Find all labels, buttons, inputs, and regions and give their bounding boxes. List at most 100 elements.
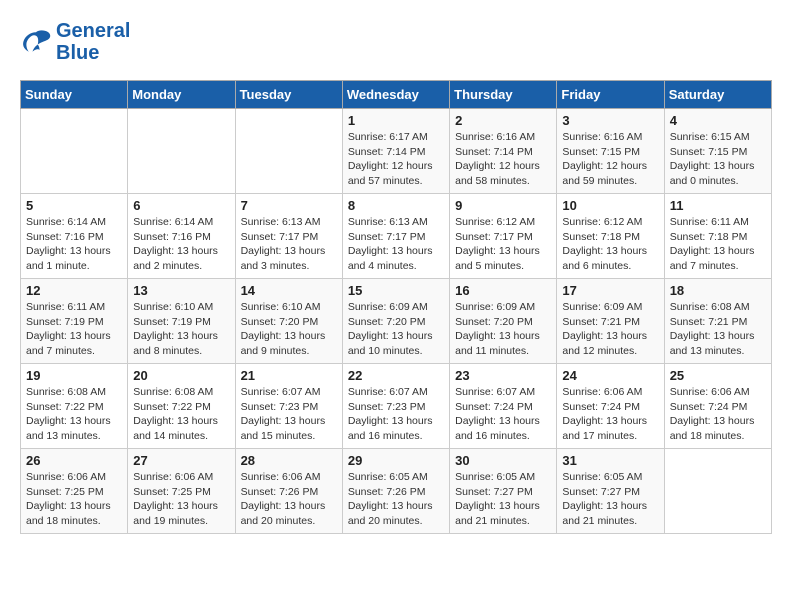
day-number: 12 [26,283,122,298]
day-number: 30 [455,453,551,468]
day-number: 25 [670,368,766,383]
day-info: Sunrise: 6:09 AM Sunset: 7:20 PM Dayligh… [348,300,444,359]
day-number: 9 [455,198,551,213]
calendar-header-row: SundayMondayTuesdayWednesdayThursdayFrid… [21,81,772,109]
calendar-cell: 8 Sunrise: 6:13 AM Sunset: 7:17 PM Daylig… [342,194,449,279]
day-number: 10 [562,198,658,213]
calendar-cell [128,109,235,194]
day-info: Sunrise: 6:07 AM Sunset: 7:24 PM Dayligh… [455,385,551,444]
calendar-cell: 9 Sunrise: 6:12 AM Sunset: 7:17 PM Daylig… [450,194,557,279]
calendar-cell: 31Sunrise: 6:05 AM Sunset: 7:27 PM Dayli… [557,449,664,534]
calendar-cell: 23 Sunrise: 6:07 AM Sunset: 7:24 PM Dayli… [450,364,557,449]
header-monday: Monday [128,81,235,109]
calendar-cell: 1 Sunrise: 6:17 AM Sunset: 7:14 PM Daylig… [342,109,449,194]
day-info: Sunrise: 6:12 AM Sunset: 7:17 PM Dayligh… [455,215,551,274]
calendar-cell: 25 Sunrise: 6:06 AM Sunset: 7:24 PM Dayli… [664,364,771,449]
week-row-1: 1 Sunrise: 6:17 AM Sunset: 7:14 PM Daylig… [21,109,772,194]
calendar-cell: 3 Sunrise: 6:16 AM Sunset: 7:15 PM Daylig… [557,109,664,194]
calendar-cell: 17 Sunrise: 6:09 AM Sunset: 7:21 PM Dayli… [557,279,664,364]
day-info: Sunrise: 6:06 AM Sunset: 7:24 PM Dayligh… [670,385,766,444]
day-info: Sunrise: 6:14 AM Sunset: 7:16 PM Dayligh… [26,215,122,274]
day-info: Sunrise: 6:08 AM Sunset: 7:21 PM Dayligh… [670,300,766,359]
calendar-cell: 29 Sunrise: 6:05 AM Sunset: 7:26 PM Dayli… [342,449,449,534]
calendar-cell: 5 Sunrise: 6:14 AM Sunset: 7:16 PM Daylig… [21,194,128,279]
calendar-cell: 24Sunrise: 6:06 AM Sunset: 7:24 PM Dayli… [557,364,664,449]
day-info: Sunrise: 6:09 AM Sunset: 7:21 PM Dayligh… [562,300,658,359]
calendar-cell: 19 Sunrise: 6:08 AM Sunset: 7:22 PM Dayli… [21,364,128,449]
calendar-cell: 11 Sunrise: 6:11 AM Sunset: 7:18 PM Dayli… [664,194,771,279]
calendar-cell: 18Sunrise: 6:08 AM Sunset: 7:21 PM Dayli… [664,279,771,364]
day-info: Sunrise: 6:13 AM Sunset: 7:17 PM Dayligh… [348,215,444,274]
day-number: 23 [455,368,551,383]
day-number: 14 [241,283,337,298]
week-row-4: 19 Sunrise: 6:08 AM Sunset: 7:22 PM Dayli… [21,364,772,449]
day-info: Sunrise: 6:11 AM Sunset: 7:18 PM Dayligh… [670,215,766,274]
day-info: Sunrise: 6:07 AM Sunset: 7:23 PM Dayligh… [348,385,444,444]
calendar-cell: 10 Sunrise: 6:12 AM Sunset: 7:18 PM Dayli… [557,194,664,279]
header-friday: Friday [557,81,664,109]
day-info: Sunrise: 6:16 AM Sunset: 7:15 PM Dayligh… [562,130,658,189]
day-number: 15 [348,283,444,298]
calendar-cell: 4Sunrise: 6:15 AM Sunset: 7:15 PM Daylig… [664,109,771,194]
day-number: 26 [26,453,122,468]
calendar-cell: 2 Sunrise: 6:16 AM Sunset: 7:14 PM Daylig… [450,109,557,194]
page-header: General Blue [20,20,772,64]
calendar-cell [235,109,342,194]
day-number: 6 [133,198,229,213]
day-info: Sunrise: 6:05 AM Sunset: 7:27 PM Dayligh… [455,470,551,529]
day-number: 7 [241,198,337,213]
day-info: Sunrise: 6:06 AM Sunset: 7:25 PM Dayligh… [26,470,122,529]
day-number: 11 [670,198,766,213]
day-info: Sunrise: 6:10 AM Sunset: 7:19 PM Dayligh… [133,300,229,359]
day-number: 31 [562,453,658,468]
day-number: 13 [133,283,229,298]
day-number: 20 [133,368,229,383]
day-number: 27 [133,453,229,468]
logo-icon [20,28,52,56]
calendar-cell: 6 Sunrise: 6:14 AM Sunset: 7:16 PM Daylig… [128,194,235,279]
day-info: Sunrise: 6:17 AM Sunset: 7:14 PM Dayligh… [348,130,444,189]
calendar-cell: 13 Sunrise: 6:10 AM Sunset: 7:19 PM Dayli… [128,279,235,364]
calendar-cell: 28Sunrise: 6:06 AM Sunset: 7:26 PM Dayli… [235,449,342,534]
day-info: Sunrise: 6:11 AM Sunset: 7:19 PM Dayligh… [26,300,122,359]
calendar-cell: 12 Sunrise: 6:11 AM Sunset: 7:19 PM Dayli… [21,279,128,364]
header-sunday: Sunday [21,81,128,109]
week-row-5: 26 Sunrise: 6:06 AM Sunset: 7:25 PM Dayli… [21,449,772,534]
day-number: 21 [241,368,337,383]
calendar-cell [21,109,128,194]
day-number: 5 [26,198,122,213]
day-info: Sunrise: 6:07 AM Sunset: 7:23 PM Dayligh… [241,385,337,444]
day-number: 8 [348,198,444,213]
header-thursday: Thursday [450,81,557,109]
day-info: Sunrise: 6:16 AM Sunset: 7:14 PM Dayligh… [455,130,551,189]
day-number: 28 [241,453,337,468]
day-info: Sunrise: 6:08 AM Sunset: 7:22 PM Dayligh… [26,385,122,444]
week-row-2: 5 Sunrise: 6:14 AM Sunset: 7:16 PM Daylig… [21,194,772,279]
calendar-cell: 21 Sunrise: 6:07 AM Sunset: 7:23 PM Dayli… [235,364,342,449]
day-number: 1 [348,113,444,128]
day-info: Sunrise: 6:15 AM Sunset: 7:15 PM Dayligh… [670,130,766,189]
day-number: 3 [562,113,658,128]
logo-text: General Blue [56,20,130,64]
day-number: 29 [348,453,444,468]
calendar-cell [664,449,771,534]
header-saturday: Saturday [664,81,771,109]
calendar-cell: 14Sunrise: 6:10 AM Sunset: 7:20 PM Dayli… [235,279,342,364]
day-info: Sunrise: 6:09 AM Sunset: 7:20 PM Dayligh… [455,300,551,359]
day-number: 17 [562,283,658,298]
calendar-cell: 22 Sunrise: 6:07 AM Sunset: 7:23 PM Dayli… [342,364,449,449]
logo: General Blue [20,20,130,64]
day-info: Sunrise: 6:12 AM Sunset: 7:18 PM Dayligh… [562,215,658,274]
calendar-cell: 30 Sunrise: 6:05 AM Sunset: 7:27 PM Dayli… [450,449,557,534]
day-number: 24 [562,368,658,383]
calendar-cell: 16 Sunrise: 6:09 AM Sunset: 7:20 PM Dayli… [450,279,557,364]
day-number: 2 [455,113,551,128]
calendar-table: SundayMondayTuesdayWednesdayThursdayFrid… [20,80,772,534]
day-number: 16 [455,283,551,298]
header-tuesday: Tuesday [235,81,342,109]
day-info: Sunrise: 6:05 AM Sunset: 7:26 PM Dayligh… [348,470,444,529]
week-row-3: 12 Sunrise: 6:11 AM Sunset: 7:19 PM Dayli… [21,279,772,364]
day-number: 22 [348,368,444,383]
day-info: Sunrise: 6:14 AM Sunset: 7:16 PM Dayligh… [133,215,229,274]
day-number: 19 [26,368,122,383]
